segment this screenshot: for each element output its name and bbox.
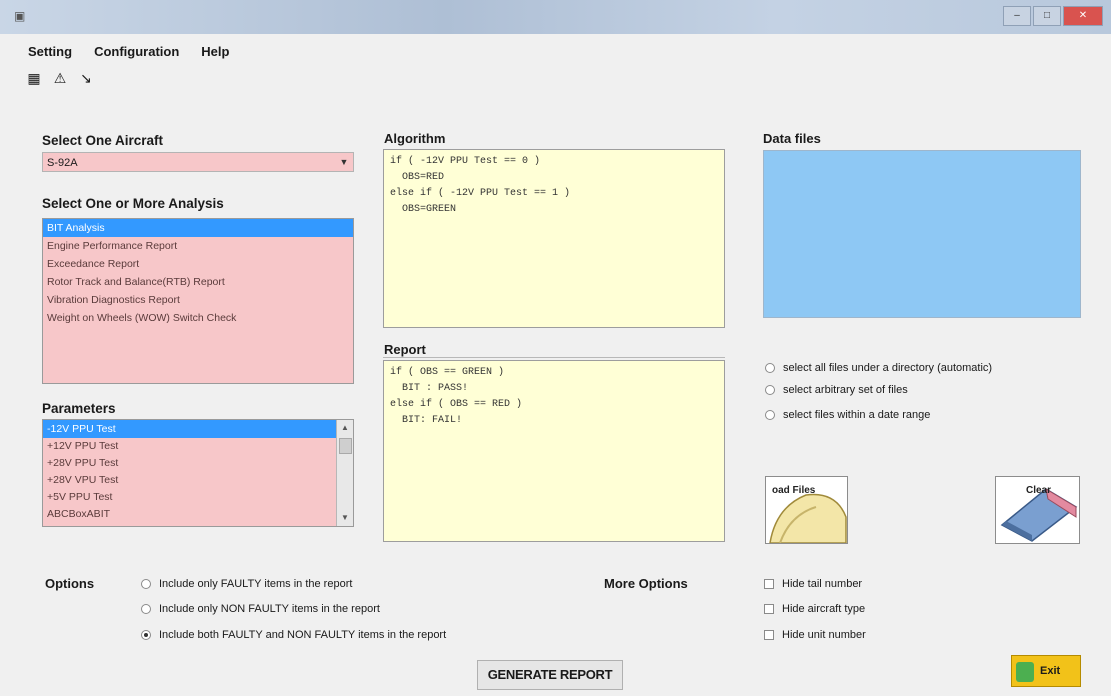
parameters-label: Parameters — [42, 401, 116, 416]
aircraft-label: Select One Aircraft — [42, 133, 164, 148]
radio-button[interactable] — [765, 385, 775, 395]
hide-aircraft-type[interactable]: Hide aircraft type — [764, 603, 865, 615]
analysis-item[interactable]: Weight on Wheels (WOW) Switch Check — [43, 309, 353, 327]
window-controls: – □ ✕ — [1003, 6, 1103, 26]
radio-button[interactable] — [141, 579, 151, 589]
checkbox-label: Hide aircraft type — [782, 603, 866, 615]
report-label: Report — [384, 342, 426, 357]
parameter-item[interactable]: +28V VPU Test — [43, 472, 353, 489]
options-label: Options — [45, 576, 95, 591]
hide-tail-number[interactable]: Hide tail number — [764, 578, 862, 590]
report-divider — [383, 357, 725, 358]
scroll-thumb[interactable] — [339, 438, 352, 454]
file-option-date-range[interactable]: select files within a date range — [765, 409, 930, 421]
close-button[interactable]: ✕ — [1063, 6, 1103, 26]
parameter-item[interactable]: +28V PPU Test — [43, 455, 353, 472]
analysis-listbox[interactable]: BIT Analysis Engine Performance Report E… — [42, 218, 354, 384]
aircraft-select[interactable]: S-92A ▼ — [42, 152, 354, 172]
exit-button[interactable]: Exit — [1011, 655, 1081, 687]
file-option-label: select all files under a directory (auto… — [783, 362, 993, 374]
parameter-item[interactable]: ABCBoxABIT — [43, 506, 353, 523]
file-option-directory[interactable]: select all files under a directory (auto… — [765, 362, 992, 374]
radio-button[interactable] — [141, 630, 151, 640]
option-label: Include only NON FAULTY items in the rep… — [159, 603, 380, 615]
analysis-item[interactable]: Engine Performance Report — [43, 237, 353, 255]
parameter-item[interactable]: +5V PPU Test — [43, 489, 353, 506]
analysis-item[interactable]: Rotor Track and Balance(RTB) Report — [43, 273, 353, 291]
app-icon: ▣ — [14, 9, 26, 23]
checkbox[interactable] — [764, 630, 774, 640]
option-label: Include both FAULTY and NON FAULTY items… — [159, 629, 447, 641]
checkbox-label: Hide unit number — [782, 629, 866, 641]
option-both[interactable]: Include both FAULTY and NON FAULTY items… — [141, 629, 446, 641]
radio-button[interactable] — [765, 363, 775, 373]
chevron-down-icon[interactable]: ▼ — [335, 153, 353, 171]
clear-label: Clear — [1026, 485, 1052, 496]
option-faulty-only[interactable]: Include only FAULTY items in the report — [141, 578, 352, 590]
load-files-label: oad Files — [772, 485, 816, 496]
analysis-item[interactable]: BIT Analysis — [43, 219, 353, 237]
report-textarea[interactable]: if ( OBS == GREEN ) BIT : PASS! else if … — [383, 360, 725, 542]
checkbox[interactable] — [764, 579, 774, 589]
datafiles-label: Data files — [763, 131, 821, 146]
more-options-label: More Options — [604, 576, 688, 591]
parameters-scrollbar[interactable]: ▲ ▼ — [336, 420, 353, 526]
radio-button[interactable] — [765, 410, 775, 420]
menu-setting[interactable]: Setting — [28, 44, 72, 59]
tool-warning-icon[interactable]: ⚠ — [52, 70, 68, 86]
menu-bar: Setting Configuration Help — [28, 44, 229, 59]
toolbar: ▦ ⚠ ↘ — [26, 70, 94, 86]
menu-help[interactable]: Help — [201, 44, 229, 59]
parameter-item[interactable]: -12V PPU Test — [43, 420, 337, 438]
parameter-item[interactable]: +12V PPU Test — [43, 438, 353, 455]
tool-arrow-icon[interactable]: ↘ — [78, 70, 94, 86]
tool-grid-icon[interactable]: ▦ — [26, 70, 42, 86]
file-option-label: select files within a date range — [783, 409, 931, 421]
minimize-button[interactable]: – — [1003, 6, 1031, 26]
algorithm-textarea[interactable]: if ( -12V PPU Test == 0 ) OBS=RED else i… — [383, 149, 725, 328]
analysis-item[interactable]: Vibration Diagnostics Report — [43, 291, 353, 309]
menu-configuration[interactable]: Configuration — [94, 44, 179, 59]
datafiles-list[interactable] — [763, 150, 1081, 318]
generate-report-button[interactable]: GENERATE REPORT — [477, 660, 623, 690]
file-option-arbitrary[interactable]: select arbitrary set of files — [765, 384, 908, 396]
exit-icon — [1016, 662, 1034, 682]
aircraft-selected-value: S-92A — [47, 157, 78, 169]
checkbox-label: Hide tail number — [782, 578, 863, 590]
analysis-label: Select One or More Analysis — [42, 196, 224, 211]
algorithm-label: Algorithm — [384, 131, 446, 146]
exit-label: Exit — [1040, 665, 1061, 677]
option-label: Include only FAULTY items in the report — [159, 578, 353, 590]
scroll-down-icon[interactable]: ▼ — [337, 510, 353, 526]
scroll-up-icon[interactable]: ▲ — [337, 420, 353, 436]
load-files-button[interactable]: oad Files — [765, 476, 848, 544]
checkbox[interactable] — [764, 604, 774, 614]
maximize-button[interactable]: □ — [1033, 6, 1061, 26]
analysis-item[interactable]: Exceedance Report — [43, 255, 353, 273]
hide-unit-number[interactable]: Hide unit number — [764, 629, 866, 641]
window-titlebar: ▣ – □ ✕ — [0, 0, 1111, 34]
file-option-label: select arbitrary set of files — [783, 384, 908, 396]
parameters-listbox[interactable]: -12V PPU Test +12V PPU Test +28V PPU Tes… — [42, 419, 354, 527]
radio-button[interactable] — [141, 604, 151, 614]
option-non-faulty-only[interactable]: Include only NON FAULTY items in the rep… — [141, 603, 380, 615]
clear-button[interactable]: Clear — [995, 476, 1080, 544]
